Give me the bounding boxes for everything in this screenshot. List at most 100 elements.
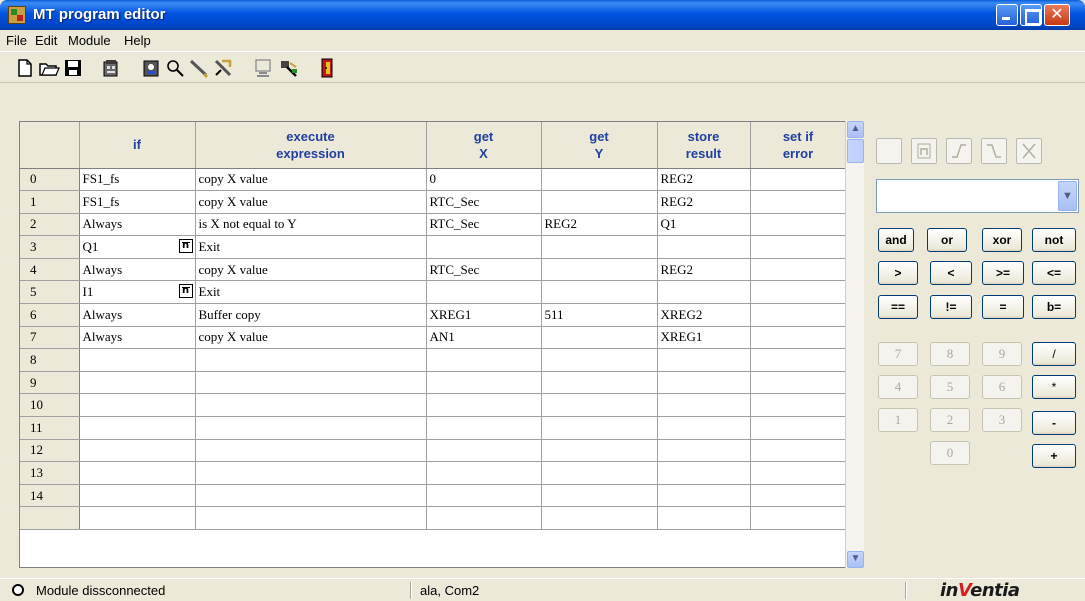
exit-door-icon[interactable] bbox=[316, 57, 338, 79]
op-less-button[interactable]: < bbox=[930, 261, 972, 285]
num-1-button[interactable]: 1 bbox=[878, 408, 918, 432]
cell-store-result[interactable]: REG2 bbox=[657, 258, 751, 282]
table-row[interactable]: 9 bbox=[20, 371, 847, 395]
op-minus-button[interactable]: - bbox=[1032, 411, 1076, 435]
cell-expression[interactable] bbox=[195, 439, 427, 463]
op-or-button[interactable]: or bbox=[927, 228, 967, 252]
scroll-thumb[interactable] bbox=[847, 139, 864, 163]
num-7-button[interactable]: 7 bbox=[878, 342, 918, 366]
cell-get-y[interactable] bbox=[541, 258, 658, 282]
table-row[interactable]: 10 bbox=[20, 393, 847, 418]
op-plus-button[interactable]: + bbox=[1032, 444, 1076, 468]
open-icon[interactable] bbox=[38, 57, 60, 79]
row-number[interactable]: 0 bbox=[20, 168, 80, 192]
column-header-set-if-error[interactable]: set if error bbox=[750, 122, 847, 169]
cell-set-if-error[interactable] bbox=[750, 280, 847, 305]
cell-get-y[interactable] bbox=[541, 280, 658, 305]
table-cell[interactable] bbox=[426, 506, 542, 530]
cell-expression[interactable] bbox=[195, 416, 427, 440]
cell-store-result[interactable]: REG2 bbox=[657, 168, 751, 192]
variable-combo[interactable]: ▼ bbox=[876, 179, 1079, 213]
menu-edit[interactable]: Edit bbox=[35, 33, 57, 48]
cell-get-x[interactable]: RTC_Sec bbox=[426, 258, 542, 282]
row-number[interactable]: 9 bbox=[20, 371, 80, 395]
cell-expression[interactable]: copy X value bbox=[195, 168, 427, 192]
cell-if[interactable]: Always bbox=[79, 258, 196, 282]
table-row[interactable] bbox=[20, 506, 847, 530]
cell-store-result[interactable] bbox=[657, 235, 751, 259]
cell-set-if-error[interactable] bbox=[750, 439, 847, 463]
menu-file[interactable]: File bbox=[6, 33, 27, 48]
cell-if[interactable]: I1 n bbox=[79, 280, 196, 305]
cell-store-result[interactable] bbox=[657, 484, 751, 508]
cell-get-x[interactable] bbox=[426, 371, 542, 395]
num-3-button[interactable]: 3 bbox=[982, 408, 1022, 432]
column-header-store-result[interactable]: store result bbox=[657, 122, 751, 169]
cell-set-if-error[interactable] bbox=[750, 393, 847, 418]
cell-set-if-error[interactable] bbox=[750, 168, 847, 192]
row-number[interactable]: 14 bbox=[20, 484, 80, 508]
op-bit-assign-button[interactable]: b= bbox=[1032, 295, 1076, 319]
table-row[interactable]: 13 bbox=[20, 461, 847, 485]
network-icon[interactable] bbox=[278, 57, 300, 79]
num-0-button[interactable]: 0 bbox=[930, 441, 970, 465]
row-number[interactable]: 5 bbox=[20, 280, 80, 305]
table-cell[interactable] bbox=[657, 506, 751, 530]
cell-if[interactable]: Always bbox=[79, 326, 196, 350]
table-row[interactable]: 12 bbox=[20, 439, 847, 463]
cell-get-x[interactable]: AN1 bbox=[426, 326, 542, 350]
cell-if[interactable]: FS1_fs bbox=[79, 190, 196, 214]
new-icon[interactable] bbox=[14, 57, 36, 79]
cell-set-if-error[interactable] bbox=[750, 348, 847, 372]
cell-set-if-error[interactable] bbox=[750, 371, 847, 395]
row-number[interactable]: 3 bbox=[20, 235, 80, 259]
op-and-button[interactable]: and bbox=[878, 228, 914, 252]
row-number[interactable]: 13 bbox=[20, 461, 80, 485]
box-icon[interactable] bbox=[876, 138, 902, 164]
cell-if[interactable]: Q1 n bbox=[79, 235, 196, 259]
cell-expression[interactable]: is X not equal to Y bbox=[195, 213, 427, 237]
cell-get-y[interactable]: 511 bbox=[541, 303, 658, 327]
cell-store-result[interactable] bbox=[657, 371, 751, 395]
column-header-get-x[interactable]: get X bbox=[426, 122, 542, 169]
cell-get-y[interactable] bbox=[541, 168, 658, 192]
cell-get-y[interactable] bbox=[541, 393, 658, 418]
num-4-button[interactable]: 4 bbox=[878, 375, 918, 399]
cell-store-result[interactable]: REG2 bbox=[657, 190, 751, 214]
chevron-down-icon[interactable]: ▼ bbox=[1058, 181, 1077, 211]
cell-if[interactable]: Always bbox=[79, 303, 196, 327]
cell-set-if-error[interactable] bbox=[750, 461, 847, 485]
cell-get-y[interactable] bbox=[541, 484, 658, 508]
op-not-button[interactable]: not bbox=[1032, 228, 1076, 252]
op-greater-equal-button[interactable]: >= bbox=[982, 261, 1024, 285]
op-less-equal-button[interactable]: <= bbox=[1032, 261, 1076, 285]
cell-get-x[interactable] bbox=[426, 461, 542, 485]
cell-get-y[interactable] bbox=[541, 235, 658, 259]
op-greater-button[interactable]: > bbox=[878, 261, 918, 285]
cell-if[interactable] bbox=[79, 393, 196, 418]
cell-get-x[interactable] bbox=[426, 235, 542, 259]
cell-set-if-error[interactable] bbox=[750, 303, 847, 327]
row-number[interactable]: 6 bbox=[20, 303, 80, 327]
save-icon[interactable] bbox=[62, 57, 84, 79]
scroll-down-icon[interactable]: ▼ bbox=[847, 551, 864, 568]
cell-expression[interactable] bbox=[195, 484, 427, 508]
cell-set-if-error[interactable] bbox=[750, 416, 847, 440]
table-cell[interactable] bbox=[79, 506, 196, 530]
tools-icon[interactable] bbox=[212, 57, 234, 79]
num-5-button[interactable]: 5 bbox=[930, 375, 970, 399]
row-number[interactable]: 12 bbox=[20, 439, 80, 463]
table-row[interactable]: 5 I1 n Exit bbox=[20, 280, 847, 305]
cell-get-y[interactable] bbox=[541, 348, 658, 372]
cell-expression[interactable] bbox=[195, 348, 427, 372]
cell-get-x[interactable] bbox=[426, 439, 542, 463]
x-box-icon[interactable] bbox=[1016, 138, 1042, 164]
table-cell[interactable] bbox=[541, 506, 658, 530]
num-9-button[interactable]: 9 bbox=[982, 342, 1022, 366]
cell-get-x[interactable] bbox=[426, 484, 542, 508]
cell-store-result[interactable]: Q1 bbox=[657, 213, 751, 237]
cell-store-result[interactable]: XREG2 bbox=[657, 303, 751, 327]
table-row[interactable]: 8 bbox=[20, 348, 847, 372]
maximize-button[interactable] bbox=[1020, 4, 1042, 26]
cell-store-result[interactable] bbox=[657, 439, 751, 463]
